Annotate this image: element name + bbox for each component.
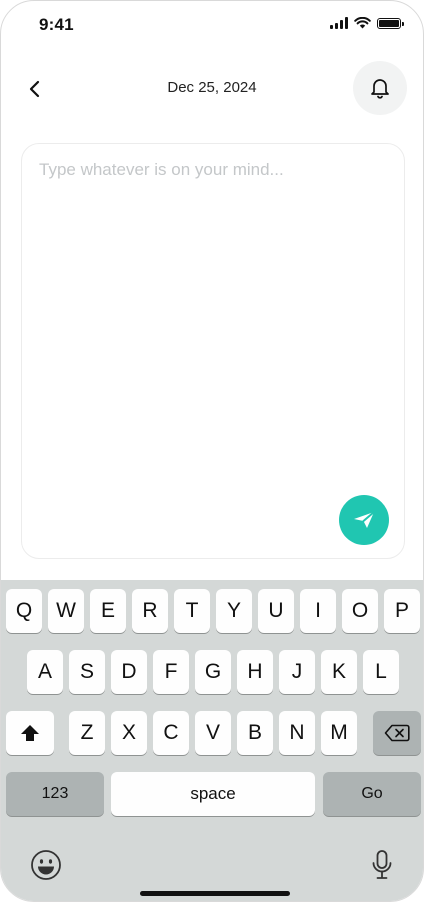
status-time: 9:41 [39, 15, 74, 34]
key-n[interactable]: N [279, 711, 315, 755]
key-u[interactable]: U [258, 589, 294, 633]
backspace-icon [384, 724, 410, 742]
key-r[interactable]: R [132, 589, 168, 633]
home-indicator [140, 891, 290, 896]
key-o[interactable]: O [342, 589, 378, 633]
dictation-button[interactable] [365, 847, 399, 883]
phone-frame: 9:41 Dec 25, 2024 Type whatever is on yo… [0, 0, 424, 902]
key-b[interactable]: B [237, 711, 273, 755]
key-c[interactable]: C [153, 711, 189, 755]
key-l[interactable]: L [363, 650, 399, 694]
send-icon [354, 511, 375, 528]
key-d[interactable]: D [111, 650, 147, 694]
key-i[interactable]: I [300, 589, 336, 633]
cellular-signal-icon [330, 17, 348, 29]
key-w[interactable]: W [48, 589, 84, 633]
space-key[interactable]: space [111, 772, 315, 816]
shift-icon [21, 725, 39, 741]
bell-icon [371, 79, 389, 99]
key-f[interactable]: F [153, 650, 189, 694]
journal-entry-card [21, 143, 405, 559]
key-k[interactable]: K [321, 650, 357, 694]
key-h[interactable]: H [237, 650, 273, 694]
status-icons [330, 17, 404, 29]
emoji-button[interactable] [28, 847, 64, 883]
key-q[interactable]: Q [6, 589, 42, 633]
microphone-icon [372, 850, 392, 879]
emoji-icon [31, 850, 61, 880]
key-z[interactable]: Z [69, 711, 105, 755]
key-e[interactable]: E [90, 589, 126, 633]
go-key[interactable]: Go [323, 772, 421, 816]
shift-key[interactable] [6, 711, 54, 755]
delete-key[interactable] [373, 711, 421, 755]
key-y[interactable]: Y [216, 589, 252, 633]
on-screen-keyboard: Q W E R T Y U I O P A S D F G H J K L Z … [1, 580, 423, 901]
key-m[interactable]: M [321, 711, 357, 755]
key-x[interactable]: X [111, 711, 147, 755]
send-button[interactable] [339, 495, 389, 545]
numbers-key[interactable]: 123 [6, 772, 104, 816]
key-a[interactable]: A [27, 650, 63, 694]
battery-icon [377, 17, 404, 29]
journal-entry-input[interactable] [39, 160, 379, 480]
notifications-button[interactable] [353, 61, 407, 115]
key-p[interactable]: P [384, 589, 420, 633]
key-t[interactable]: T [174, 589, 210, 633]
wifi-icon [354, 17, 371, 29]
key-v[interactable]: V [195, 711, 231, 755]
key-s[interactable]: S [69, 650, 105, 694]
key-g[interactable]: G [195, 650, 231, 694]
key-j[interactable]: J [279, 650, 315, 694]
